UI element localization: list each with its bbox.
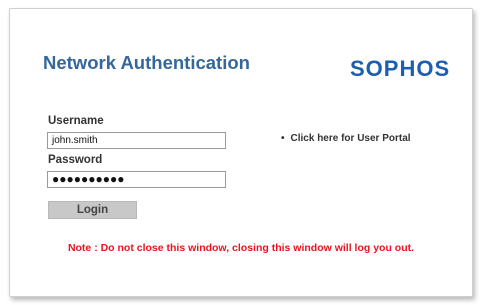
sophos-logo: SOPHOS xyxy=(350,56,451,81)
password-label: Password xyxy=(48,154,103,166)
username-label: Username xyxy=(48,115,104,127)
password-input[interactable]: ●●●●●●●●●● xyxy=(47,171,226,188)
bullet-icon: • xyxy=(281,133,285,144)
page-title: Network Authentication xyxy=(43,52,250,73)
logout-warning-note: Note : Do not close this window, closing… xyxy=(67,242,415,254)
username-input[interactable]: john.smith xyxy=(47,132,226,149)
user-portal-link-text[interactable]: Click here for User Portal xyxy=(291,133,411,144)
user-portal-link[interactable]: • Click here for User Portal xyxy=(281,133,411,144)
login-panel: Network Authentication SOPHOS Username j… xyxy=(9,8,473,297)
login-button[interactable]: Login xyxy=(48,201,137,219)
